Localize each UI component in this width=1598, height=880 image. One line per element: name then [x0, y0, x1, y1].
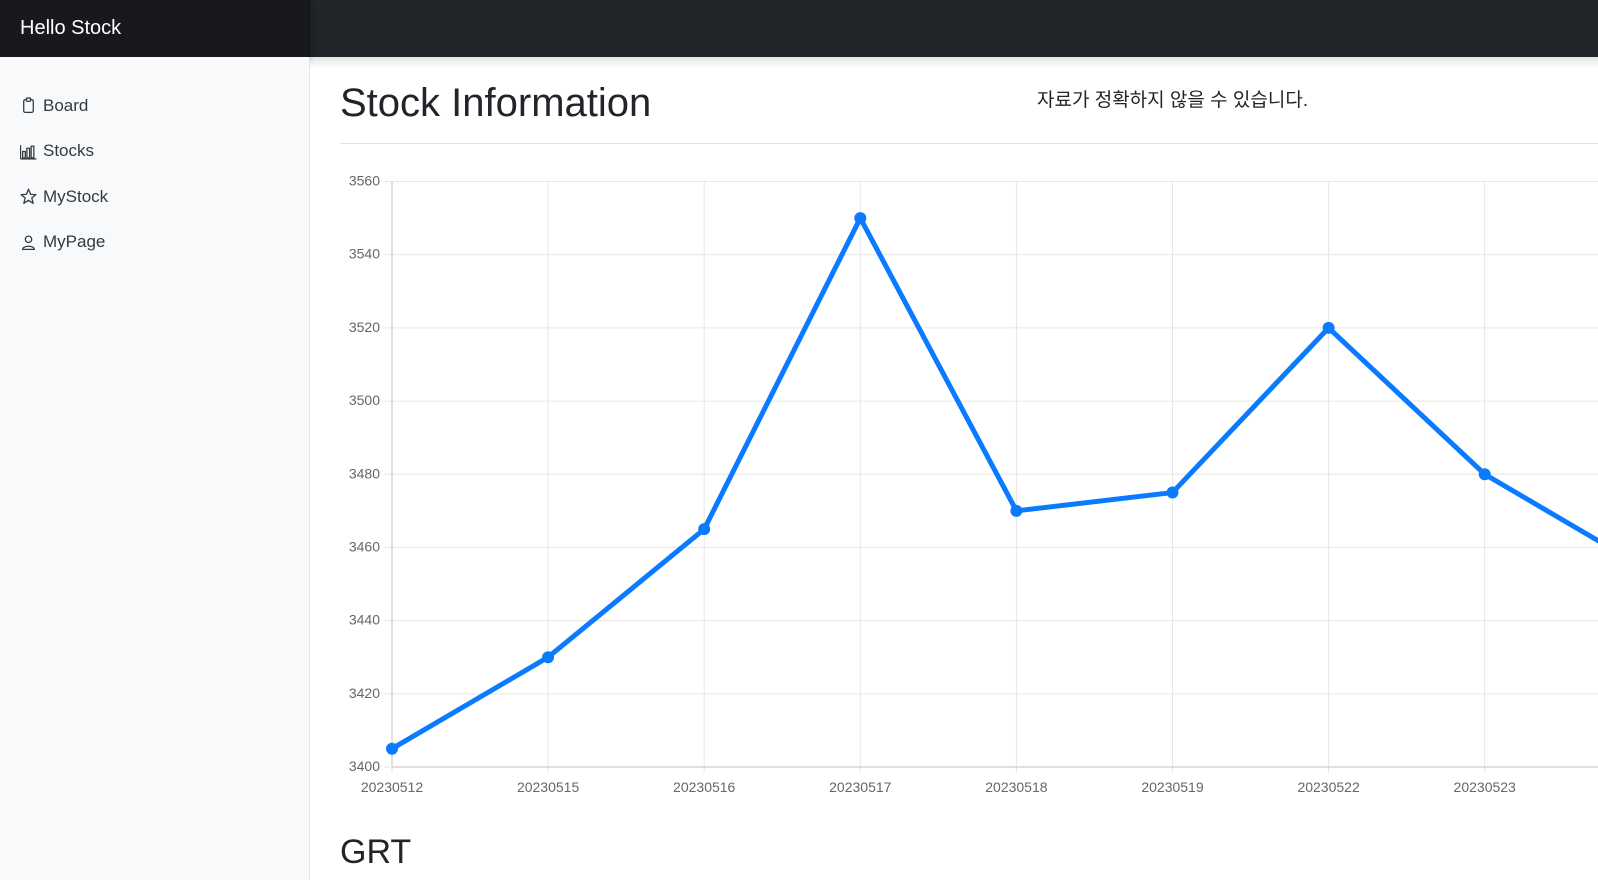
section-title: GRT — [340, 833, 412, 871]
y-tick-label: 3400 — [349, 758, 380, 774]
person-icon — [22, 235, 35, 250]
data-point — [698, 523, 711, 536]
data-point — [1322, 321, 1335, 334]
data-point — [854, 212, 867, 225]
y-tick-label: 3480 — [349, 465, 380, 481]
y-tick-label: 3460 — [349, 538, 380, 554]
main-content: Stock Information 자료가 정확하지 않을 수 있습니다. 34… — [310, 57, 1598, 880]
series-line — [389, 212, 1598, 752]
y-tick-label: 3500 — [349, 392, 380, 408]
bar-chart-icon — [20, 144, 37, 160]
y-tick-label: 3540 — [349, 246, 380, 262]
x-tick-label: 20230518 — [985, 779, 1048, 795]
x-tick-label: 20230519 — [1141, 779, 1204, 795]
data-point — [542, 651, 555, 664]
sidebar-item-label: MyStock — [43, 186, 109, 206]
data-point — [1010, 504, 1023, 517]
star-icon — [20, 188, 37, 205]
brand-logo[interactable]: Hello Stock — [0, 0, 310, 57]
sidebar-item-label: Board — [43, 95, 89, 115]
sidebar-item-label: Stocks — [43, 141, 95, 161]
sidebar: Board Stocks MyStock MyPage — [0, 57, 310, 880]
y-tick-label: 3420 — [349, 685, 380, 701]
x-tick-label: 20230523 — [1454, 779, 1517, 795]
x-tick-label: 20230512 — [361, 779, 424, 795]
x-tick-label: 20230522 — [1297, 779, 1360, 795]
data-point — [1478, 468, 1491, 481]
sidebar-item-mystock[interactable]: MyStock — [0, 174, 309, 220]
sidebar-item-mypage[interactable]: MyPage — [0, 220, 309, 266]
sidebar-item-stocks[interactable]: Stocks — [0, 129, 309, 175]
y-tick-label: 3520 — [349, 319, 380, 335]
y-tick-label: 3560 — [349, 173, 380, 189]
clipboard-icon — [23, 97, 34, 114]
x-tick-label: 20230516 — [673, 779, 736, 795]
y-tick-label: 3440 — [349, 612, 380, 628]
data-point — [1166, 486, 1179, 499]
x-tick-label: 20230517 — [829, 779, 892, 795]
data-point — [386, 742, 398, 755]
sidebar-item-board[interactable]: Board — [0, 83, 309, 129]
sidebar-item-label: MyPage — [43, 232, 106, 252]
stock-line-chart: 3400 3420 3440 3460 3480 3500 3520 3540 3560 2023… — [349, 173, 1598, 795]
x-tick-label: 20230515 — [517, 779, 580, 795]
